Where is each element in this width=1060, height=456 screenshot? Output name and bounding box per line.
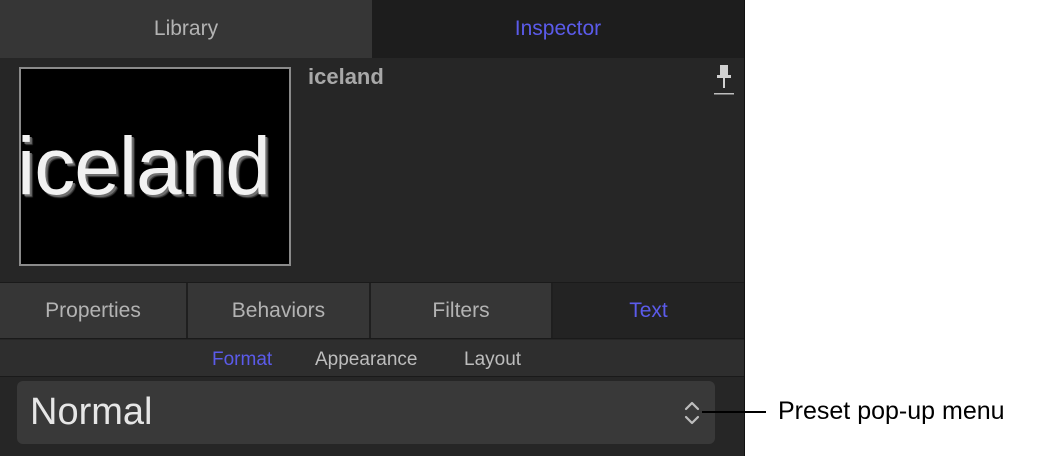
preview-text: iceland [19, 121, 271, 212]
layer-name: iceland [308, 64, 384, 89]
inspector-sub-tabs: Properties Behaviors Filters Text [0, 282, 744, 339]
chevron-up-down-icon [684, 401, 700, 425]
segment-layout[interactable]: Layout [464, 349, 521, 371]
inspector-panel: Library Inspector iceland iceland Proper… [0, 0, 745, 456]
preset-popup-menu[interactable]: Normal [17, 381, 715, 444]
tab-text[interactable]: Text [553, 283, 744, 338]
segment-appearance[interactable]: Appearance [315, 349, 417, 371]
tab-inspector[interactable]: Inspector [372, 0, 744, 58]
callout-label: Preset pop-up menu [778, 397, 1005, 425]
preview-thumbnail: iceland [19, 67, 291, 266]
tab-behaviors[interactable]: Behaviors [188, 283, 371, 338]
segment-format[interactable]: Format [212, 349, 272, 371]
text-segment-control: Format Appearance Layout [0, 340, 744, 377]
top-tab-bar: Library Inspector [0, 0, 744, 58]
tab-properties[interactable]: Properties [0, 283, 188, 338]
pin-icon[interactable] [713, 64, 735, 96]
tab-library[interactable]: Library [0, 0, 372, 58]
callout-line [702, 411, 766, 413]
preset-value: Normal [30, 391, 153, 433]
tab-filters[interactable]: Filters [371, 283, 553, 338]
